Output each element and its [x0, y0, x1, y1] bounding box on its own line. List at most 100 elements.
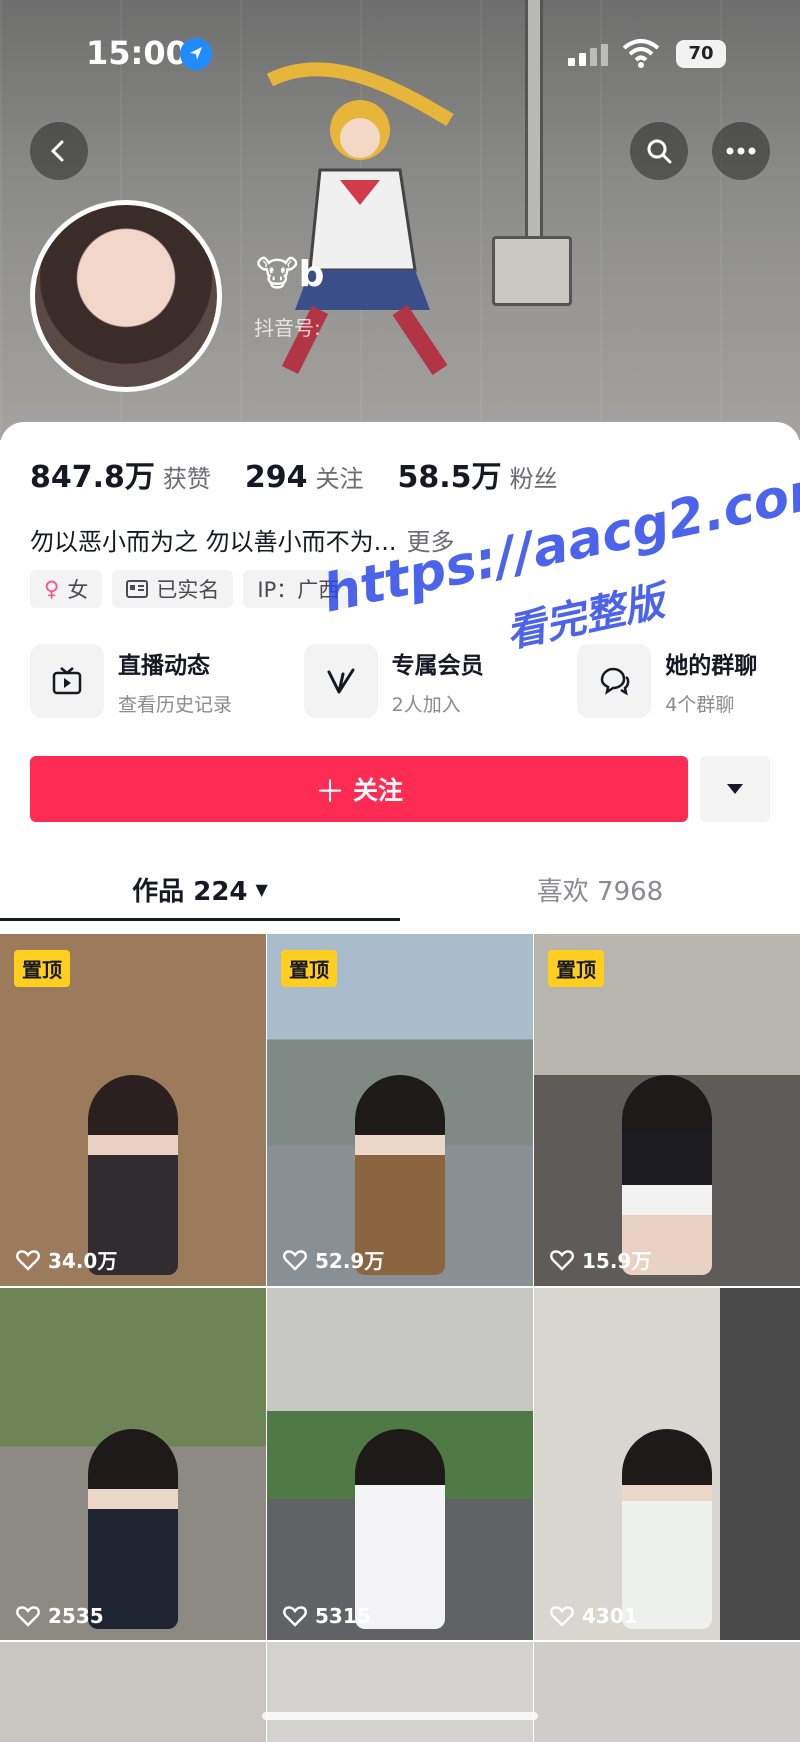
status-time: 15:00 — [86, 34, 188, 72]
stat-likes[interactable]: 847.8万 获赞 — [30, 452, 211, 496]
recommend-dropdown-button[interactable] — [700, 756, 770, 822]
heart-outline-icon — [16, 1606, 40, 1627]
profile-tabs: 作品 224 ▼ 喜欢 7968 — [0, 860, 800, 922]
more-options-button[interactable] — [712, 122, 770, 180]
wifi-icon — [622, 39, 660, 68]
entry-text: 直播动态 查看历史记录 — [118, 646, 232, 717]
profile-tags: ♀ 女 已实名 IP：广西 — [30, 570, 363, 608]
video-likes-count: 34.0万 — [48, 1249, 118, 1273]
entry-icon-box — [30, 644, 104, 718]
heart-outline-icon — [550, 1606, 574, 1627]
pinned-badge: 置顶 — [281, 950, 337, 987]
tag-text: 已实名 — [156, 578, 220, 602]
entry-subtitle: 查看历史记录 — [118, 693, 233, 716]
video-thumbnail-figure — [355, 1428, 445, 1629]
video-thumbnail-figure — [622, 1428, 712, 1629]
caret-down-icon: ▼ — [255, 879, 268, 899]
stat-following[interactable]: 294 关注 — [245, 459, 364, 495]
entry-icon-box — [577, 644, 652, 718]
stat-number: 58.5万 — [397, 460, 502, 495]
video-tile[interactable]: 2535 — [0, 1288, 266, 1640]
video-likes-count: 15.9万 — [582, 1249, 652, 1273]
v-member-icon — [327, 668, 355, 694]
video-likes-count: 52.9万 — [315, 1249, 385, 1273]
entry-subtitle: 2人加入 — [391, 693, 461, 716]
battery-icon: 70 — [676, 40, 726, 68]
stat-followers[interactable]: 58.5万 粉丝 — [398, 452, 558, 496]
entry-icon-box — [303, 644, 378, 718]
follow-button-label: 关注 — [352, 776, 403, 805]
plus-icon: ＋ — [314, 775, 345, 810]
video-tile[interactable] — [0, 1642, 266, 1742]
profile-entries: 直播动态 查看历史记录 专属会员 2人加入 她的群聊 4个群聊 — [30, 644, 770, 718]
back-button[interactable] — [30, 122, 88, 180]
status-bar: 15:00 70 — [0, 0, 800, 100]
video-likes: 15.9万 — [550, 1245, 651, 1274]
entry-live-history[interactable]: 直播动态 查看历史记录 — [30, 644, 304, 718]
video-grid: 置顶 34.0万 置顶 52.9万 置顶 15.9万 2535 5315 430… — [0, 934, 800, 1742]
more-dots-icon — [726, 147, 756, 155]
tab-works-label: 作品 224 — [132, 876, 248, 907]
location-arrow-icon — [180, 38, 212, 70]
id-card-icon — [126, 580, 149, 598]
tv-icon — [52, 667, 82, 695]
stat-number: 294 — [244, 460, 308, 495]
profile-stats: 847.8万 获赞 294 关注 58.5万 粉丝 — [30, 452, 592, 496]
video-likes: 34.0万 — [16, 1245, 117, 1274]
entry-title: 专属会员 — [391, 652, 484, 679]
entry-membership[interactable]: 专属会员 2人加入 — [303, 644, 578, 718]
video-likes-count: 5315 — [315, 1604, 371, 1628]
video-tile[interactable]: 置顶 52.9万 — [267, 934, 533, 1286]
video-thumbnail-figure — [88, 1428, 178, 1629]
pinned-badge: 置顶 — [548, 950, 604, 987]
tag-gender: ♀ 女 — [30, 570, 103, 608]
entry-text: 她的群聊 4个群聊 — [665, 646, 757, 717]
heart-outline-icon — [283, 1249, 307, 1271]
heart-outline-icon — [550, 1249, 574, 1271]
profile-sheet: 847.8万 获赞 294 关注 58.5万 粉丝 勿以恶小而为之 勿以善小而不… — [0, 422, 800, 1742]
active-tab-indicator — [0, 918, 400, 921]
stat-label: 获赞 — [162, 465, 211, 493]
entry-title: 她的群聊 — [665, 652, 758, 679]
video-likes-count: 2535 — [48, 1604, 104, 1628]
video-likes-count: 4301 — [582, 1604, 638, 1628]
tab-likes-label: 喜欢 7968 — [536, 876, 664, 907]
tag-verified: 已实名 — [112, 570, 234, 608]
entry-text: 专属会员 2人加入 — [392, 646, 484, 717]
avatar[interactable] — [30, 200, 222, 392]
bio-text: 勿以恶小而为之 勿以善小而不为... — [30, 528, 397, 556]
banner-illustration-box — [492, 236, 572, 306]
follow-button[interactable]: ＋ 关注 — [30, 756, 688, 822]
tab-likes[interactable]: 喜欢 7968 — [400, 860, 800, 918]
stat-label: 关注 — [315, 465, 364, 493]
stat-label: 粉丝 — [509, 465, 558, 493]
chevron-left-icon — [50, 140, 64, 162]
douyin-id[interactable]: 抖音号: — [254, 312, 321, 341]
entry-group-chats[interactable]: 她的群聊 4个群聊 — [577, 644, 770, 718]
profile-nickname: 🐮b — [256, 254, 325, 295]
search-button[interactable] — [630, 122, 688, 180]
video-tile[interactable]: 4301 — [534, 1288, 800, 1640]
female-icon: ♀ — [44, 577, 60, 601]
heart-outline-icon — [283, 1606, 307, 1627]
video-tile[interactable] — [267, 1642, 533, 1742]
triangle-down-icon — [727, 784, 743, 794]
video-tile[interactable]: 置顶 15.9万 — [534, 934, 800, 1286]
video-likes: 5315 — [283, 1604, 371, 1628]
video-tile[interactable]: 置顶 34.0万 — [0, 934, 266, 1286]
entry-subtitle: 4个群聊 — [665, 693, 735, 716]
entry-title: 直播动态 — [118, 652, 210, 679]
home-indicator[interactable] — [262, 1712, 538, 1720]
video-likes: 4301 — [550, 1604, 638, 1628]
video-tile[interactable]: 5315 — [267, 1288, 533, 1640]
tag-text: 女 — [67, 578, 89, 602]
chat-icon — [601, 667, 630, 696]
video-tile[interactable] — [534, 1642, 800, 1742]
cellular-signal-icon — [568, 44, 608, 66]
video-likes: 52.9万 — [283, 1245, 384, 1274]
pinned-badge: 置顶 — [14, 950, 70, 987]
video-likes: 2535 — [16, 1604, 104, 1628]
search-icon — [647, 139, 672, 164]
stat-number: 847.8万 — [30, 460, 155, 495]
tab-works[interactable]: 作品 224 ▼ — [0, 860, 400, 918]
